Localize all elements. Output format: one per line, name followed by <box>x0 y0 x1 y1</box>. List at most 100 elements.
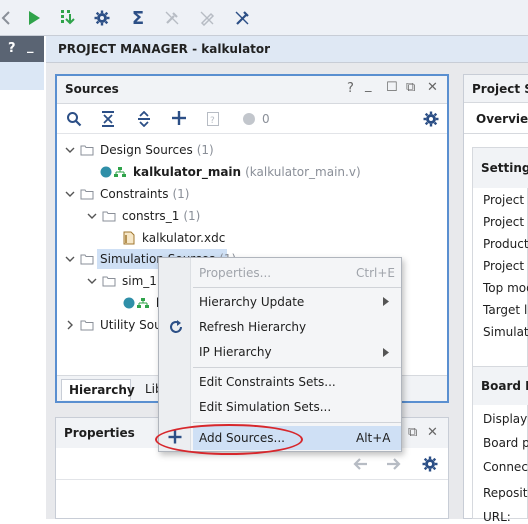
file-icon <box>123 231 135 245</box>
maximize-icon[interactable]: ☐ <box>386 80 398 95</box>
settings-row: Project n <box>483 193 528 207</box>
gear-icon[interactable] <box>90 6 114 30</box>
float-icon[interactable]: ⧉ <box>406 80 415 95</box>
menu-item-label: Properties... <box>199 266 272 280</box>
settings-row: Product <box>483 237 528 251</box>
download-icon[interactable] <box>55 6 79 30</box>
float-icon[interactable]: ⧉ <box>408 425 417 440</box>
menu-item-edit-simulation-sets[interactable]: Edit Simulation Sets... <box>199 396 331 418</box>
tree-row-design-sources[interactable]: Design Sources (1) <box>64 139 214 161</box>
tree-row-kalkulator-main[interactable]: kalkulator_main (kalkulator_main.v) <box>100 161 361 183</box>
menu-item-shortcut: Ctrl+E <box>356 266 395 280</box>
board-row: URL: <box>483 510 511 524</box>
folder-icon <box>80 253 94 265</box>
flow-navigator-selected-row[interactable] <box>0 62 44 90</box>
svg-text:?: ? <box>210 116 215 126</box>
settings-header: Settings <box>473 148 528 188</box>
project-summary-header: Project Su <box>464 75 528 103</box>
tools-icon[interactable] <box>230 6 254 30</box>
minimize-icon[interactable]: _ <box>27 39 34 54</box>
sources-panel-header: Sources ? _ ☐ ⧉ ✕ <box>57 76 447 104</box>
hierarchy-icon <box>137 297 149 309</box>
board-header: Board Pa <box>473 367 528 405</box>
tab-hierarchy[interactable]: Hierarchy <box>61 379 135 400</box>
status-count: 0 <box>262 112 270 126</box>
sources-panel-title: Sources <box>65 82 119 96</box>
help-icon[interactable]: ? <box>347 81 354 96</box>
settings-row: Target la <box>483 303 528 317</box>
board-section: Board Pa Display Board pa Connect Reposi… <box>472 366 528 524</box>
menu-separator <box>193 367 401 368</box>
wrench-disabled-icon[interactable] <box>160 6 184 30</box>
pen-disabled-icon[interactable] <box>195 6 219 30</box>
chevron-down-icon[interactable] <box>86 275 98 287</box>
menu-item-label: IP Hierarchy <box>199 345 272 359</box>
sources-toolbar: ? 0 <box>57 104 447 134</box>
tree-label: Constraints <box>100 187 169 201</box>
properties-panel-title: Properties <box>64 426 135 440</box>
unknown-file-icon[interactable]: ? <box>206 111 220 127</box>
collapse-all-icon[interactable] <box>101 111 115 127</box>
chevron-right-icon[interactable] <box>64 319 76 331</box>
context-menu-icon-gutter <box>159 258 191 451</box>
chevron-down-icon[interactable] <box>64 144 76 156</box>
menu-item-label: Refresh Hierarchy <box>199 320 307 334</box>
board-header-label: Board Pa <box>481 379 528 393</box>
search-icon[interactable] <box>66 111 82 127</box>
close-icon[interactable]: ✕ <box>427 80 438 95</box>
menu-item-properties[interactable]: Properties... <box>199 262 271 284</box>
tree-row-sim-1[interactable]: sim_1 <box>86 270 157 292</box>
close-icon[interactable]: ✕ <box>427 425 438 440</box>
hierarchy-icon <box>114 166 126 178</box>
settings-row: Top mod <box>483 281 528 295</box>
expand-all-icon[interactable] <box>137 111 151 127</box>
board-row: Display <box>483 412 528 426</box>
chevron-down-icon[interactable] <box>64 253 76 265</box>
tree-label: constrs_1 <box>122 209 180 223</box>
run-icon[interactable] <box>22 6 46 30</box>
settings-row: Simulato <box>483 325 528 339</box>
sigma-icon[interactable]: Σ <box>126 6 150 30</box>
menu-item-label: Hierarchy Update <box>199 295 305 309</box>
help-icon[interactable]: ? <box>8 41 16 56</box>
folder-icon <box>102 275 116 287</box>
menu-item-ip-hierarchy[interactable]: IP Hierarchy <box>199 341 272 363</box>
menu-item-refresh-hierarchy[interactable]: Refresh Hierarchy <box>199 316 306 338</box>
board-row: Reposito <box>483 486 528 500</box>
menu-item-edit-constraints-sets[interactable]: Edit Constraints Sets... <box>199 371 336 393</box>
settings-gear-icon[interactable] <box>423 111 439 127</box>
tree-label: Design Sources <box>100 143 193 157</box>
add-icon[interactable] <box>171 110 187 126</box>
module-dot-icon <box>100 166 112 178</box>
refresh-icon <box>168 319 184 335</box>
tab-overview[interactable]: Overview <box>476 112 528 126</box>
back-arrow-icon[interactable] <box>352 457 368 471</box>
module-dot-icon <box>123 297 135 309</box>
page-title: PROJECT MANAGER - kalkulator <box>58 42 271 56</box>
tree-label: sim_1 <box>122 274 157 288</box>
menu-item-hierarchy-update[interactable]: Hierarchy Update <box>199 291 304 313</box>
menu-item-label: Edit Simulation Sets... <box>199 400 332 414</box>
minimize-icon[interactable]: _ <box>365 78 372 93</box>
tree-label: kalkulator.xdc <box>142 231 226 245</box>
tree-row-kalkulator-xdc[interactable]: kalkulator.xdc <box>123 227 225 249</box>
folder-icon <box>80 319 94 331</box>
back-icon[interactable] <box>0 6 18 30</box>
annotation-highlight-oval <box>155 424 303 455</box>
folder-icon <box>102 210 116 222</box>
main-toolbar: Σ <box>0 0 528 36</box>
forward-arrow-icon[interactable] <box>386 457 402 471</box>
tree-row-constrs-1[interactable]: constrs_1 (1) <box>86 205 200 227</box>
tree-count: (1) <box>172 187 190 201</box>
menu-item-shortcut: Alt+A <box>356 431 391 445</box>
tree-row-constraints[interactable]: Constraints (1) <box>64 183 189 205</box>
menu-item-label: Edit Constraints Sets... <box>199 375 336 389</box>
status-dot-icon <box>242 112 256 126</box>
project-summary-title: Project Su <box>472 82 528 96</box>
submenu-arrow-icon <box>383 348 389 357</box>
chevron-down-icon[interactable] <box>64 188 76 200</box>
settings-header-label: Settings <box>481 161 528 175</box>
settings-row: Project p <box>483 259 528 273</box>
chevron-down-icon[interactable] <box>86 210 98 222</box>
settings-gear-icon[interactable] <box>422 456 438 472</box>
